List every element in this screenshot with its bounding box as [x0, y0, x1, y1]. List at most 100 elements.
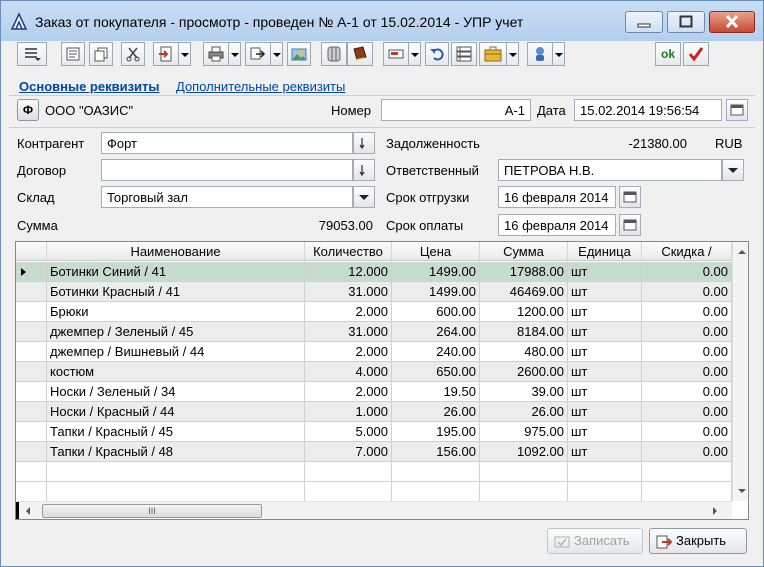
- date-picker-button[interactable]: [726, 99, 748, 121]
- cell-name[interactable]: [47, 462, 305, 482]
- row-marker[interactable]: [16, 422, 47, 442]
- contract-field[interactable]: [101, 159, 353, 181]
- table-row[interactable]: Ботинки Синий / 41 12.000 1499.00 17988.00 ш…: [16, 262, 732, 282]
- warehouse-field[interactable]: Торговый зал: [101, 186, 353, 208]
- row-marker[interactable]: [16, 382, 47, 402]
- hierarchy-button[interactable]: [451, 42, 477, 66]
- cell-unit[interactable]: шт: [568, 382, 642, 402]
- cell-unit[interactable]: шт: [568, 362, 642, 382]
- cell-price[interactable]: 600.00: [392, 302, 480, 322]
- responsible-field[interactable]: ПЕТРОВА Н.В.: [498, 159, 722, 181]
- enter-based-on-dropdown[interactable]: [179, 42, 191, 66]
- contract-select-button[interactable]: [353, 159, 375, 181]
- cell-quantity[interactable]: 2.000: [305, 302, 392, 322]
- cell-price[interactable]: 26.00: [392, 402, 480, 422]
- horizontal-scrollbar[interactable]: III: [16, 501, 732, 519]
- cell-price[interactable]: 650.00: [392, 362, 480, 382]
- row-marker[interactable]: [16, 282, 47, 302]
- cell-quantity[interactable]: 4.000: [305, 362, 392, 382]
- cell-name[interactable]: Брюки: [47, 302, 305, 322]
- export-button[interactable]: [287, 42, 311, 66]
- cell-unit[interactable]: шт: [568, 422, 642, 442]
- responsible-dropdown-button[interactable]: [722, 159, 744, 181]
- packages-dropdown[interactable]: [507, 42, 519, 66]
- ship-date-picker-button[interactable]: [619, 186, 641, 208]
- cell-quantity[interactable]: 31.000: [305, 322, 392, 342]
- table-row[interactable]: [16, 482, 732, 502]
- print-dropdown[interactable]: [229, 42, 241, 66]
- accounts-button[interactable]: [321, 42, 347, 66]
- row-marker[interactable]: [16, 462, 47, 482]
- table-row[interactable]: Тапки / Красный / 45 5.000 195.00 975.00 шт 0…: [16, 422, 732, 442]
- row-marker[interactable]: [16, 262, 47, 282]
- close-button[interactable]: Закрыть: [649, 528, 747, 554]
- cell-price[interactable]: [392, 482, 480, 502]
- cell-price[interactable]: 1499.00: [392, 282, 480, 302]
- table-row[interactable]: джемпер / Вишневый / 44 2.000 240.00 480.00…: [16, 342, 732, 362]
- ok-button[interactable]: ok: [655, 42, 681, 66]
- row-marker[interactable]: [16, 362, 47, 382]
- cell-unit[interactable]: шт: [568, 442, 642, 462]
- column-header-price[interactable]: Цена: [392, 242, 480, 261]
- cell-unit[interactable]: шт: [568, 402, 642, 422]
- cell-price[interactable]: 240.00: [392, 342, 480, 362]
- enter-based-on-button[interactable]: [153, 42, 179, 66]
- cell-name[interactable]: Носки / Красный / 44: [47, 402, 305, 422]
- ship-date-field[interactable]: 16 февраля 2014: [498, 186, 616, 208]
- column-header-quantity[interactable]: Количество: [305, 242, 392, 261]
- cell-name[interactable]: Ботинки Красный / 41: [47, 282, 305, 302]
- cell-discount[interactable]: [642, 482, 732, 502]
- column-header-unit[interactable]: Единица: [568, 242, 642, 261]
- cell-name[interactable]: костюм: [47, 362, 305, 382]
- row-marker[interactable]: [16, 342, 47, 362]
- help-button[interactable]: [527, 42, 553, 66]
- cell-sum[interactable]: 39.00: [480, 382, 568, 402]
- structure-button[interactable]: [245, 42, 271, 66]
- column-header-sum[interactable]: Сумма: [480, 242, 568, 261]
- cell-unit[interactable]: [568, 462, 642, 482]
- cell-quantity[interactable]: 7.000: [305, 442, 392, 462]
- cell-sum[interactable]: 480.00: [480, 342, 568, 362]
- organization-button[interactable]: Ф: [17, 99, 39, 121]
- cell-unit[interactable]: шт: [568, 262, 642, 282]
- number-field[interactable]: А-1: [381, 99, 531, 121]
- copy-button[interactable]: [89, 42, 113, 66]
- cell-unit[interactable]: шт: [568, 302, 642, 322]
- contractor-field[interactable]: Форт: [101, 132, 353, 154]
- contractor-select-button[interactable]: [353, 132, 375, 154]
- cell-sum[interactable]: 1200.00: [480, 302, 568, 322]
- cell-price[interactable]: [392, 462, 480, 482]
- cell-name[interactable]: джемпер / Зеленый / 45: [47, 322, 305, 342]
- cell-price[interactable]: 195.00: [392, 422, 480, 442]
- tab-main-requisites[interactable]: Основные реквизиты: [19, 79, 160, 94]
- tab-additional-requisites[interactable]: Дополнительные реквизиты: [176, 79, 345, 94]
- row-marker[interactable]: [16, 442, 47, 462]
- column-header-name[interactable]: Наименование: [47, 242, 305, 261]
- cell-unit[interactable]: [568, 482, 642, 502]
- packages-button[interactable]: [479, 42, 507, 66]
- actions-menu-button[interactable]: [17, 42, 47, 66]
- post-button[interactable]: [683, 42, 709, 66]
- entries-button[interactable]: [383, 42, 409, 66]
- cell-unit[interactable]: шт: [568, 322, 642, 342]
- cell-price[interactable]: 156.00: [392, 442, 480, 462]
- row-marker[interactable]: [16, 482, 47, 502]
- warehouse-dropdown-button[interactable]: [353, 186, 375, 208]
- cell-discount[interactable]: 0.00: [642, 382, 732, 402]
- cell-name[interactable]: Носки / Зеленый / 34: [47, 382, 305, 402]
- cell-sum[interactable]: 2600.00: [480, 362, 568, 382]
- cell-sum[interactable]: 8184.00: [480, 322, 568, 342]
- entries-dropdown[interactable]: [409, 42, 421, 66]
- cell-discount[interactable]: 0.00: [642, 302, 732, 322]
- cell-unit[interactable]: шт: [568, 342, 642, 362]
- minimize-button[interactable]: [625, 11, 663, 33]
- cell-quantity[interactable]: [305, 462, 392, 482]
- table-row[interactable]: костюм 4.000 650.00 2600.00 шт 0.00: [16, 362, 732, 382]
- cell-quantity[interactable]: 2.000: [305, 342, 392, 362]
- cell-quantity[interactable]: [305, 482, 392, 502]
- cell-sum[interactable]: 26.00: [480, 402, 568, 422]
- cell-discount[interactable]: 0.00: [642, 402, 732, 422]
- horizontal-scroll-thumb[interactable]: III: [42, 504, 262, 518]
- table-row[interactable]: Брюки 2.000 600.00 1200.00 шт 0.00: [16, 302, 732, 322]
- pay-date-picker-button[interactable]: [619, 214, 641, 236]
